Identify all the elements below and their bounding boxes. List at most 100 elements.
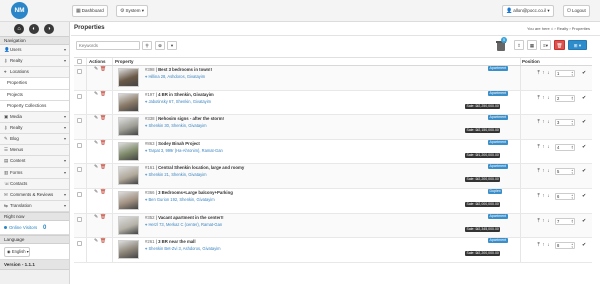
property-thumbnail[interactable]: [118, 215, 139, 235]
arrow-down-icon[interactable]: ↓: [546, 194, 551, 199]
delete-icon[interactable]: 🗑: [100, 239, 106, 244]
row-checkbox[interactable]: [77, 216, 82, 222]
row-checkbox[interactable]: [77, 118, 82, 124]
select-all-checkbox[interactable]: [77, 59, 82, 64]
edit-icon[interactable]: ✎: [94, 92, 98, 97]
home-icon[interactable]: ⌂: [551, 26, 553, 31]
sidebar-item-realty[interactable]: ⚷ Realty ▾: [0, 122, 69, 135]
delete-icon[interactable]: 🗑: [100, 92, 106, 97]
filter-toggle-button[interactable]: ▾: [167, 41, 177, 50]
sidebar-item-translation[interactable]: ⇆ Translation ▾: [0, 200, 69, 213]
delete-icon[interactable]: 🗑: [100, 215, 106, 220]
arrow-down-icon[interactable]: ↓: [546, 120, 551, 125]
stepper-icon[interactable]: ▴ ▾: [571, 193, 573, 199]
save-position-icon[interactable]: ✔: [582, 242, 586, 248]
position-input[interactable]: 5 ▴ ▾: [555, 168, 575, 176]
row-checkbox[interactable]: [77, 93, 82, 99]
system-button[interactable]: ⚙System ▾: [116, 5, 149, 17]
edit-icon[interactable]: ✎: [94, 141, 98, 146]
sidebar-item-property-collections[interactable]: Property Collections: [0, 100, 69, 112]
position-input[interactable]: 1 ▴ ▾: [555, 70, 575, 77]
stepper-icon[interactable]: ▴ ▾: [571, 70, 573, 76]
position-input[interactable]: 8 ▴ ▾: [555, 242, 575, 250]
save-position-icon[interactable]: ✔: [582, 70, 586, 76]
arrow-down-icon[interactable]: ↓: [546, 219, 551, 224]
stepper-icon[interactable]: ▴ ▾: [571, 95, 573, 101]
delete-icon[interactable]: 🗑: [100, 141, 106, 146]
property-thumbnail[interactable]: [118, 166, 139, 186]
stepper-icon[interactable]: ▴ ▾: [571, 120, 573, 126]
edit-icon[interactable]: ✎: [94, 67, 98, 72]
arrow-down-icon[interactable]: ↓: [546, 71, 551, 76]
sidebar-item-users[interactable]: 👤Users ▾: [0, 45, 69, 57]
property-title[interactable]: #398 | Best 3 bedrooms in town!!: [145, 67, 212, 72]
edit-icon[interactable]: ✎: [94, 116, 98, 121]
trash-button[interactable]: 5: [496, 37, 507, 52]
row-checkbox[interactable]: [77, 167, 82, 173]
add-new-button[interactable]: ⊞ ▾: [568, 40, 587, 50]
position-input[interactable]: 4 ▴ ▾: [555, 143, 575, 151]
save-position-icon[interactable]: ✔: [582, 95, 586, 101]
delete-selected-button[interactable]: 🗑: [554, 40, 565, 50]
position-input[interactable]: 6 ▴ ▾: [555, 192, 575, 200]
position-input[interactable]: 2 ▴ ▾: [555, 94, 575, 102]
sidebar-item-comments-reviews[interactable]: ✉ Comments & Reviews ▾: [0, 189, 69, 201]
property-thumbnail[interactable]: [118, 190, 139, 210]
property-thumbnail[interactable]: [118, 68, 139, 87]
clear-button[interactable]: ⊗: [155, 41, 165, 50]
sidebar-item-media[interactable]: ▣ Media ▾: [0, 111, 69, 123]
stepper-icon[interactable]: ▴ ▾: [571, 144, 573, 150]
property-thumbnail[interactable]: [118, 141, 139, 161]
sidebar-item-properties[interactable]: Properties: [0, 78, 69, 90]
stepper-icon[interactable]: ▴ ▾: [571, 243, 573, 249]
language-select[interactable]: ◉ English ▾: [4, 247, 30, 258]
save-position-icon[interactable]: ✔: [582, 193, 586, 199]
property-title[interactable]: #197 | 4 BR in Shenkin, Givatayim: [145, 92, 214, 97]
delete-icon[interactable]: 🗑: [100, 190, 106, 195]
arrow-down-icon[interactable]: ↓: [546, 145, 551, 150]
dashboard-button[interactable]: ▦Dashboard: [72, 5, 108, 17]
logo[interactable]: NM: [11, 2, 28, 19]
row-checkbox[interactable]: [77, 191, 82, 197]
property-title[interactable]: #352 | Vacant apartment in the center!!: [145, 215, 224, 220]
position-input[interactable]: 3 ▴ ▾: [555, 119, 575, 127]
save-position-icon[interactable]: ✔: [582, 119, 586, 125]
sidebar-item-content[interactable]: ▤ Content ▾: [0, 156, 69, 168]
edit-icon[interactable]: ✎: [94, 190, 98, 195]
delete-icon[interactable]: 🗑: [100, 116, 106, 121]
stepper-icon[interactable]: ▴ ▾: [571, 218, 573, 224]
delete-icon[interactable]: 🗑: [100, 67, 106, 72]
property-title[interactable]: #261 | 3 BR near the mall: [145, 239, 196, 244]
sidebar-item-realty[interactable]: ⚷ Realty ▾: [0, 56, 69, 68]
edit-icon[interactable]: ✎: [94, 239, 98, 244]
property-title[interactable]: #338 | Nehosim signs - after the storm!: [145, 116, 224, 121]
save-position-icon[interactable]: ✔: [582, 218, 586, 224]
breadcrumb-realty[interactable]: Realty: [557, 26, 568, 31]
property-title[interactable]: #863 | Sodey Binah Project: [145, 141, 200, 146]
position-input[interactable]: 7 ▴ ▾: [555, 217, 575, 225]
sidebar-item-forms[interactable]: ▥ Forms ▾: [0, 167, 69, 179]
arrow-down-icon[interactable]: ↓: [546, 243, 551, 248]
property-thumbnail[interactable]: [118, 117, 139, 137]
save-position-icon[interactable]: ✔: [582, 168, 586, 174]
upload-button[interactable]: ⇪: [514, 40, 524, 50]
search-button[interactable]: ⚲: [142, 41, 152, 50]
property-title[interactable]: #161 | Central Shenkin location, large a…: [145, 165, 244, 170]
arrow-down-icon[interactable]: ↓: [546, 96, 551, 101]
arrow-down-icon[interactable]: ↓: [546, 169, 551, 174]
home-icon[interactable]: ⌂: [14, 24, 24, 34]
sidebar-item-blog[interactable]: ✎ Blog ▾: [0, 134, 69, 146]
sidebar-item-locations[interactable]: ⌖ Locations: [0, 67, 69, 79]
row-checkbox[interactable]: [77, 69, 82, 74]
edit-icon[interactable]: ✎: [94, 215, 98, 220]
logout-button[interactable]: ⏻Logout: [563, 5, 590, 17]
property-title[interactable]: #366 | 3 Bedrooms+Large balcony+Parking: [145, 190, 233, 195]
palette-icon[interactable]: ◐: [29, 24, 39, 34]
keywords-input[interactable]: [76, 41, 140, 50]
property-thumbnail[interactable]: [118, 92, 139, 112]
save-position-icon[interactable]: ✔: [582, 144, 586, 150]
sidebar-item-contacts[interactable]: ☏Contacts: [0, 178, 69, 190]
row-checkbox[interactable]: [77, 142, 82, 148]
calendar-button[interactable]: ▦: [527, 40, 537, 50]
edit-icon[interactable]: ✎: [94, 165, 98, 170]
